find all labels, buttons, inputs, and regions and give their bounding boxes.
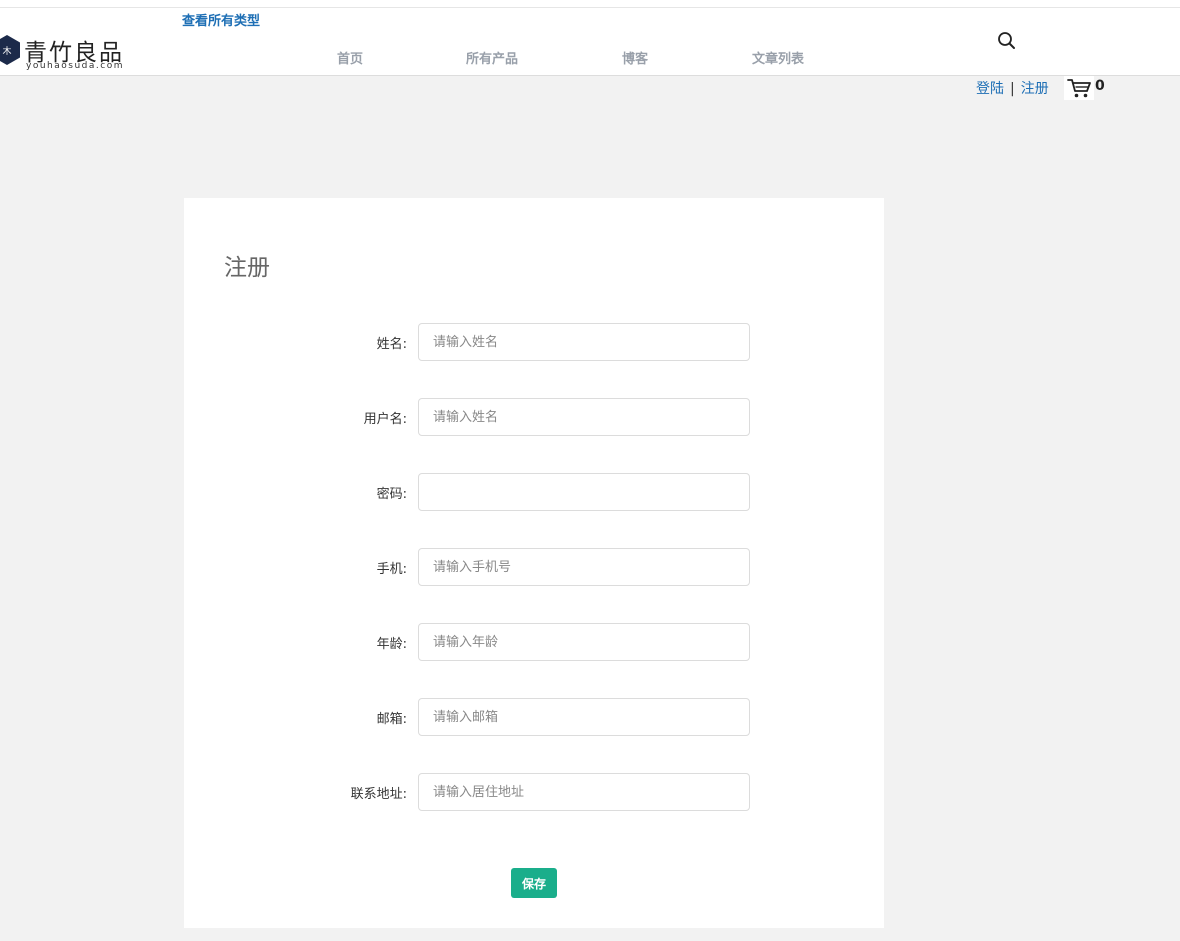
page-title: 注册 bbox=[224, 255, 270, 281]
nav-item-all-products[interactable]: 所有产品 bbox=[466, 48, 518, 67]
nav-item-blog[interactable]: 博客 bbox=[622, 48, 648, 67]
account-separator: | bbox=[1010, 81, 1015, 97]
search-icon bbox=[998, 32, 1015, 49]
age-label: 年龄: bbox=[376, 637, 407, 652]
phone-label: 手机: bbox=[376, 562, 407, 577]
form-row-password: 密码: bbox=[184, 473, 884, 511]
age-input[interactable] bbox=[418, 623, 750, 661]
search-button[interactable] bbox=[996, 30, 1018, 52]
nav-item-home[interactable]: 首页 bbox=[337, 48, 363, 67]
name-input[interactable] bbox=[418, 323, 750, 361]
form-row-phone: 手机: bbox=[184, 548, 884, 586]
email-label: 邮箱: bbox=[376, 712, 407, 727]
cart-icon bbox=[1067, 79, 1091, 98]
site-header: 查看所有类型 首页 所有产品 博客 文章列表 bbox=[0, 8, 1180, 76]
phone-input[interactable] bbox=[418, 548, 750, 586]
username-input[interactable] bbox=[418, 398, 750, 436]
all-types-link[interactable]: 查看所有类型 bbox=[182, 10, 260, 29]
site-logo[interactable]: 木 青竹良品 youhaosuda.com bbox=[0, 33, 140, 73]
svg-text:木: 木 bbox=[2, 45, 11, 57]
account-links: 登陆 | 注册 bbox=[976, 78, 1049, 100]
address-input[interactable] bbox=[418, 773, 750, 811]
login-link[interactable]: 登陆 bbox=[976, 81, 1004, 97]
form-row-username: 用户名: bbox=[184, 398, 884, 436]
form-row-email: 邮箱: bbox=[184, 698, 884, 736]
name-label: 姓名: bbox=[376, 337, 407, 352]
register-link[interactable]: 注册 bbox=[1021, 81, 1049, 97]
logo-domain-text: youhaosuda.com bbox=[26, 61, 124, 71]
username-label: 用户名: bbox=[363, 412, 407, 427]
address-label: 联系地址: bbox=[350, 787, 407, 802]
logo-seal-icon: 木 bbox=[0, 35, 20, 65]
password-input[interactable] bbox=[418, 473, 750, 511]
email-input[interactable] bbox=[418, 698, 750, 736]
form-row-address: 联系地址: bbox=[184, 773, 884, 811]
nav-item-article-list[interactable]: 文章列表 bbox=[752, 48, 804, 67]
password-label: 密码: bbox=[376, 487, 407, 502]
top-strip bbox=[0, 0, 1180, 8]
main-nav: 首页 所有产品 博客 文章列表 bbox=[0, 48, 1000, 68]
register-card: 注册 姓名: 用户名: 密码: 手机: 年龄: 邮箱: 联系地址: 保存 bbox=[184, 198, 884, 928]
form-row-name: 姓名: bbox=[184, 323, 884, 361]
form-row-age: 年龄: bbox=[184, 623, 884, 661]
cart-count: 0 bbox=[1095, 78, 1105, 94]
cart-button[interactable] bbox=[1064, 76, 1094, 100]
save-button[interactable]: 保存 bbox=[511, 868, 557, 898]
